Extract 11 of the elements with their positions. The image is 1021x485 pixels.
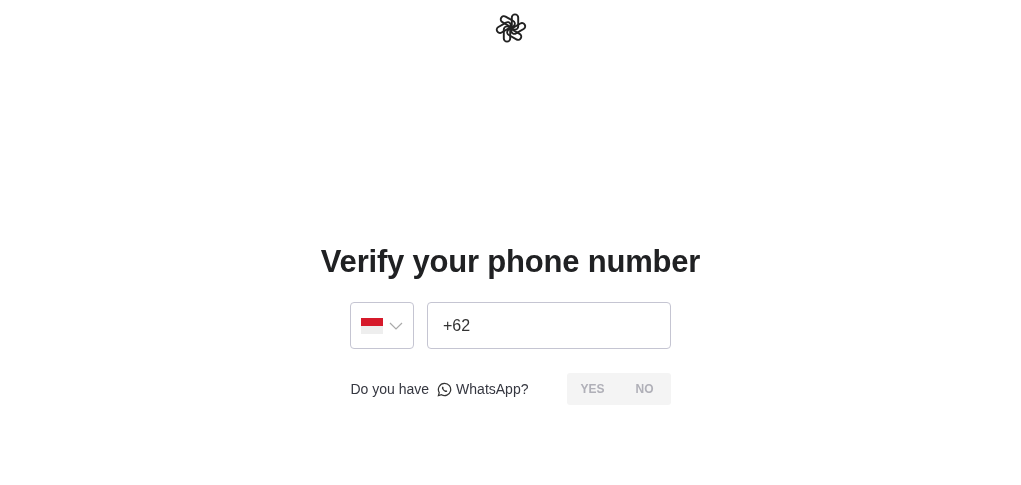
chevron-down-icon (389, 320, 403, 331)
flag-icon (361, 317, 383, 334)
whatsapp-label: WhatsApp? (456, 381, 529, 397)
whatsapp-question: Do you have (350, 381, 430, 397)
country-select[interactable] (350, 302, 414, 349)
toggle-option[interactable]: NO (618, 373, 671, 405)
page-title: Verify your phone number (320, 244, 701, 280)
logo-icon (494, 12, 527, 44)
phone-input[interactable]: +62 (427, 302, 671, 349)
whatsapp-icon (437, 381, 453, 397)
toggle-option[interactable]: YES (566, 373, 619, 405)
